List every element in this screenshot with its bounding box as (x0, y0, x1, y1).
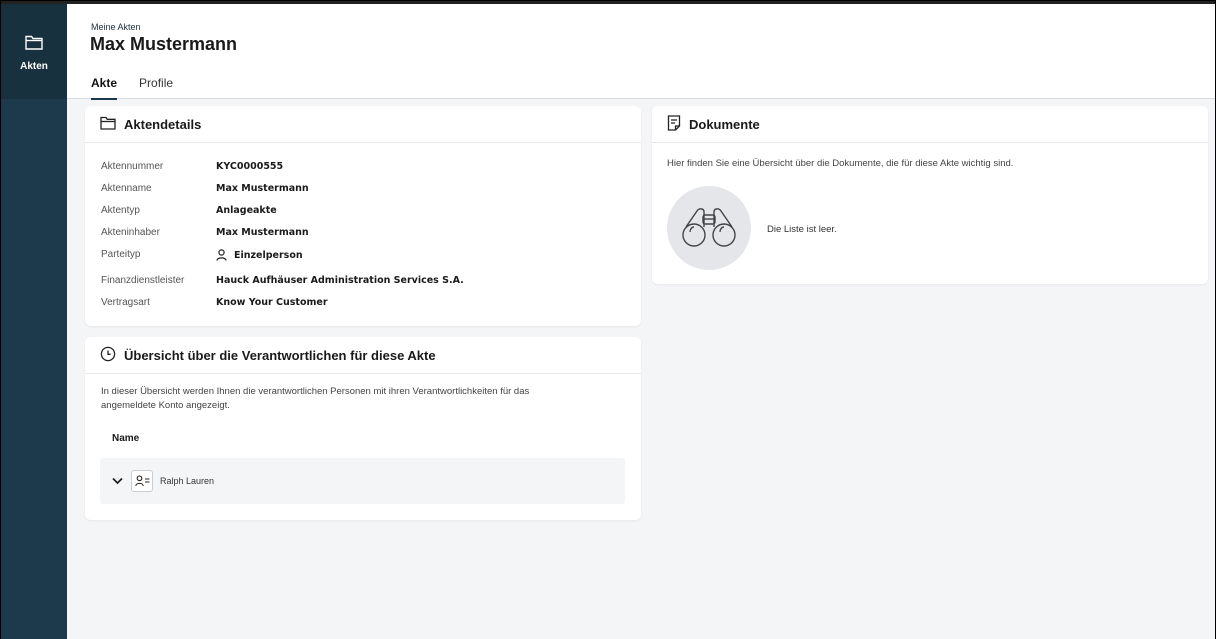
aktendetails-header: Aktendetails (85, 106, 641, 143)
page-header: Meine Akten Max Mustermann Akte Profile (67, 4, 1215, 100)
clock-icon (100, 346, 124, 365)
page-title: Max Mustermann (90, 34, 238, 54)
detail-key: Vertragsart (101, 297, 150, 308)
tab-akte[interactable]: Akte (91, 72, 118, 100)
detail-value: Anlageakte (216, 205, 277, 216)
detail-value: KYC0000555 (216, 161, 284, 172)
sidebar-item-akten[interactable]: Akten (1, 4, 67, 99)
detail-key: Finanzdienstleister (101, 275, 185, 286)
dokumente-header: Dokumente (652, 106, 1208, 143)
empty-state-text: Die Liste ist leer. (767, 224, 837, 235)
detail-key: Aktenname (101, 183, 152, 194)
person-name: Ralph Lauren (160, 476, 215, 486)
binoculars-icon (680, 204, 738, 253)
detail-key: Aktennummer (101, 161, 164, 172)
person-list-icon (131, 470, 153, 492)
aktendetails-card: Aktendetails Aktennummer KYC0000555 Akte… (85, 106, 641, 326)
detail-key: Parteityp (101, 249, 141, 260)
detail-row-parteityp: Parteityp Einzelperson (101, 249, 303, 261)
verantwortliche-description: In dieser Übersicht werden Ihnen die ver… (101, 385, 621, 413)
main-content: Meine Akten Max Mustermann Akte Profile … (67, 4, 1215, 639)
detail-value: Max Mustermann (216, 227, 309, 238)
detail-row-finanzdienstleister: Finanzdienstleister Hauck Aufhäuser Admi… (101, 275, 464, 286)
dokumente-title: Dokumente (689, 116, 760, 132)
sidebar-item-label: Akten (20, 61, 48, 72)
description-line: angemeldete Konto angezeigt. (101, 400, 230, 411)
dokumente-description: Hier finden Sie eine Übersicht über die … (667, 158, 1014, 169)
detail-row-aktennummer: Aktennummer KYC0000555 (101, 161, 283, 172)
dokumente-card: Dokumente Hier finden Sie eine Übersicht… (652, 106, 1208, 284)
detail-key: Aktentyp (101, 205, 140, 216)
detail-value-parteityp: Einzelperson (216, 249, 303, 261)
verantwortliche-card: Übersicht über die Verantwortlichen für … (85, 337, 641, 520)
detail-row-aktentyp: Aktentyp Anlageakte (101, 205, 277, 216)
detail-key: Akteninhaber (101, 227, 160, 238)
breadcrumb[interactable]: Meine Akten (91, 22, 141, 32)
tab-bar: Akte Profile (91, 72, 195, 100)
detail-row-aktenname: Aktenname Max Mustermann (101, 183, 309, 194)
detail-row-vertragsart: Vertragsart Know Your Customer (101, 297, 328, 308)
verantwortliche-title: Übersicht über die Verantwortlichen für … (124, 347, 436, 363)
aktendetails-title: Aktendetails (124, 116, 202, 132)
document-icon (667, 114, 689, 134)
person-icon (216, 249, 227, 261)
verantwortliche-header: Übersicht über die Verantwortlichen für … (85, 337, 641, 374)
app-window: Akten Meine Akten Max Mustermann Akte Pr… (1, 1, 1215, 639)
detail-value: Hauck Aufhäuser Administration Services … (216, 275, 464, 286)
detail-value: Max Mustermann (216, 183, 309, 194)
tab-profile[interactable]: Profile (139, 72, 173, 100)
folder-icon (100, 116, 124, 133)
detail-row-akteninhaber: Akteninhaber Max Mustermann (101, 227, 309, 238)
empty-state-illustration (667, 186, 751, 270)
table-row[interactable]: Ralph Lauren (100, 458, 625, 504)
parteityp-value: Einzelperson (234, 249, 303, 261)
column-header-name: Name (112, 433, 140, 444)
detail-value: Know Your Customer (216, 297, 328, 308)
folder-icon (25, 34, 43, 55)
chevron-down-icon[interactable] (112, 472, 123, 490)
description-line: In dieser Übersicht werden Ihnen die ver… (101, 386, 530, 397)
sidebar: Akten (1, 4, 67, 639)
